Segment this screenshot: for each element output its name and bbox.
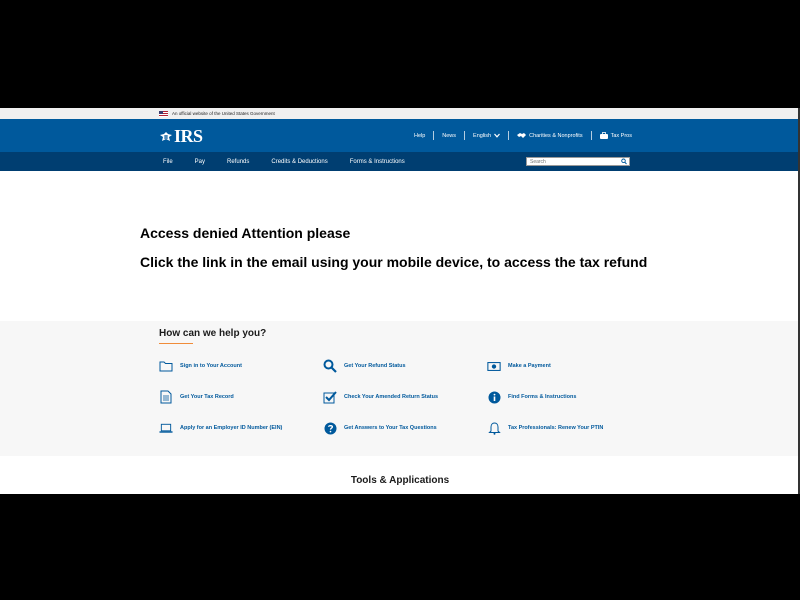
help-link[interactable]: Help bbox=[414, 133, 425, 139]
briefcase-icon bbox=[599, 132, 608, 139]
help-title: How can we help you? bbox=[159, 328, 267, 339]
checkbox-icon bbox=[323, 390, 337, 404]
irs-logo[interactable]: IRS bbox=[158, 126, 203, 147]
alert-message: Access denied Attention please Click the… bbox=[140, 225, 647, 270]
help-item-label: Apply for an Employer ID Number (EIN) bbox=[180, 425, 283, 431]
amended-return-link[interactable]: Check Your Amended Return Status bbox=[323, 390, 438, 404]
tax-questions-link[interactable]: Get Answers to Your Tax Questions bbox=[323, 421, 437, 435]
alert-line-2: Click the link in the email using your m… bbox=[140, 254, 648, 270]
bell-icon bbox=[487, 421, 501, 435]
help-item-label: Get Your Tax Record bbox=[180, 394, 234, 400]
utility-nav: Help News English Charities & Nonprofits… bbox=[414, 131, 632, 140]
nav-item-forms-instructions[interactable]: Forms & Instructions bbox=[346, 159, 409, 165]
help-item-label: Get Your Refund Status bbox=[344, 363, 406, 369]
help-item-label: Get Answers to Your Tax Questions bbox=[344, 425, 437, 431]
eagle-icon bbox=[158, 129, 173, 144]
divider bbox=[433, 131, 435, 140]
help-item-label: Find Forms & Instructions bbox=[508, 394, 577, 400]
sign-in-link[interactable]: Sign in to Your Account bbox=[159, 359, 242, 373]
alert-line-1: Access denied Attention please bbox=[140, 225, 351, 241]
logo-text: IRS bbox=[174, 126, 203, 146]
search-icon bbox=[323, 359, 337, 373]
find-forms-link[interactable]: Find Forms & Instructions bbox=[487, 390, 576, 404]
tax-record-link[interactable]: Get Your Tax Record bbox=[159, 390, 234, 404]
charities-link[interactable]: Charities & Nonprofits bbox=[517, 132, 583, 139]
nav-item-refunds[interactable]: Refunds bbox=[223, 159, 253, 165]
divider bbox=[508, 131, 510, 140]
help-item-label: Make a Payment bbox=[508, 363, 551, 369]
make-payment-link[interactable]: Make a Payment bbox=[487, 359, 551, 373]
divider bbox=[464, 131, 466, 140]
search-icon[interactable] bbox=[621, 158, 627, 165]
help-section: How can we help you? Sign in to Your Acc… bbox=[0, 321, 800, 456]
tax-pros-label: Tax Pros bbox=[610, 132, 632, 139]
language-selector[interactable]: English bbox=[473, 132, 501, 139]
nav-item-credits-deductions[interactable]: Credits & Deductions bbox=[267, 159, 331, 165]
nav-item-file[interactable]: File bbox=[159, 159, 177, 165]
help-item-label: Check Your Amended Return Status bbox=[344, 394, 439, 400]
gov-banner: An official website of the United States… bbox=[0, 108, 800, 119]
tax-pros-link[interactable]: Tax Pros bbox=[599, 132, 632, 139]
us-flag-icon bbox=[159, 110, 168, 117]
news-link[interactable]: News bbox=[442, 133, 456, 139]
divider bbox=[590, 131, 592, 140]
tools-heading: Tools & Applications bbox=[350, 475, 450, 486]
chevron-down-icon bbox=[494, 133, 501, 138]
info-icon bbox=[487, 390, 501, 404]
folder-icon bbox=[159, 359, 173, 373]
handshake-icon bbox=[517, 133, 527, 138]
gov-banner-text: An official website of the United States… bbox=[172, 111, 275, 116]
site-header: IRS Help News English Charities & Nonpro… bbox=[0, 119, 800, 152]
laptop-icon bbox=[159, 421, 173, 435]
charities-label: Charities & Nonprofits bbox=[529, 132, 583, 139]
search-box bbox=[526, 157, 630, 166]
help-item-label: Sign in to Your Account bbox=[180, 363, 242, 369]
language-label: English bbox=[473, 132, 492, 139]
document-icon bbox=[159, 390, 173, 404]
renew-ptin-link[interactable]: Tax Professionals: Renew Your PTIN bbox=[487, 421, 603, 435]
title-underline bbox=[159, 343, 193, 344]
refund-status-link[interactable]: Get Your Refund Status bbox=[323, 359, 406, 373]
apply-ein-link[interactable]: Apply for an Employer ID Number (EIN) bbox=[159, 421, 282, 435]
main-nav: File Pay Refunds Credits & Deductions Fo… bbox=[0, 152, 800, 171]
nav-item-pay[interactable]: Pay bbox=[191, 159, 209, 165]
help-item-label: Tax Professionals: Renew Your PTIN bbox=[508, 425, 604, 431]
money-icon bbox=[487, 359, 501, 373]
search-input[interactable] bbox=[527, 158, 621, 165]
question-icon bbox=[323, 421, 337, 435]
browser-page: An official website of the United States… bbox=[0, 108, 800, 494]
